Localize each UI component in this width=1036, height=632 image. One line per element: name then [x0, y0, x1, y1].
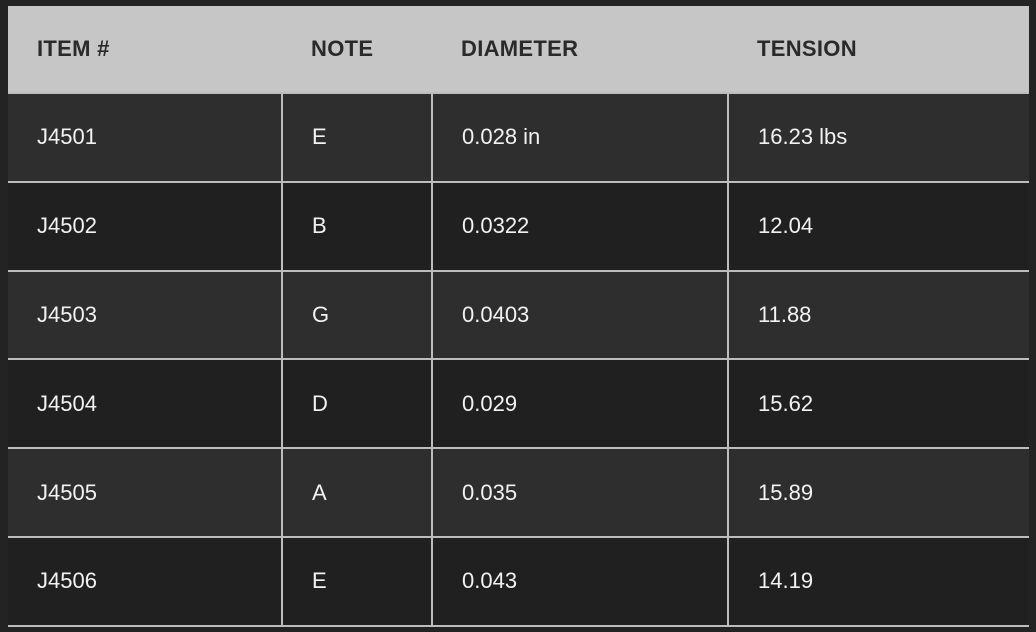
table-row: J4502 B 0.0322 12.04 [8, 180, 1029, 272]
cell-item: J4505 [8, 447, 283, 538]
table-row: J4501 E 0.028 in 16.23 lbs [8, 92, 1029, 183]
cell-item: J4506 [8, 535, 283, 627]
cell-item: J4502 [8, 180, 283, 272]
cell-note: E [281, 92, 433, 183]
cell-tension: 12.04 [727, 180, 1029, 272]
table-row: J4506 E 0.043 14.19 [8, 535, 1029, 627]
table-row: J4503 G 0.0403 11.88 [8, 269, 1029, 361]
table-row: J4505 A 0.035 15.89 [8, 447, 1029, 538]
cell-note: D [281, 358, 433, 450]
cell-tension: 15.89 [727, 447, 1029, 538]
cell-diameter: 0.043 [431, 535, 729, 627]
column-header-diameter: DIAMETER [432, 6, 728, 93]
cell-diameter: 0.0322 [431, 180, 729, 272]
cell-tension: 11.88 [727, 269, 1029, 361]
table-frame: ITEM # NOTE DIAMETER TENSION J4501 E 0.0… [0, 0, 1036, 632]
cell-note: A [281, 447, 433, 538]
column-header-note: NOTE [282, 6, 432, 93]
cell-note: G [281, 269, 433, 361]
cell-tension: 15.62 [727, 358, 1029, 450]
cell-item: J4504 [8, 358, 283, 450]
cell-diameter: 0.028 in [431, 92, 729, 183]
cell-tension: 16.23 lbs [727, 92, 1029, 183]
cell-tension: 14.19 [727, 535, 1029, 627]
cell-item: J4501 [8, 92, 283, 183]
cell-note: B [281, 180, 433, 272]
table-header-row: ITEM # NOTE DIAMETER TENSION [8, 6, 1029, 93]
column-header-tension: TENSION [728, 6, 1029, 93]
cell-note: E [281, 535, 433, 627]
table-row: J4504 D 0.029 15.62 [8, 358, 1029, 450]
column-header-item: ITEM # [8, 6, 282, 93]
cell-diameter: 0.029 [431, 358, 729, 450]
cell-diameter: 0.0403 [431, 269, 729, 361]
string-spec-table: ITEM # NOTE DIAMETER TENSION J4501 E 0.0… [8, 6, 1029, 627]
cell-item: J4503 [8, 269, 283, 361]
cell-diameter: 0.035 [431, 447, 729, 538]
